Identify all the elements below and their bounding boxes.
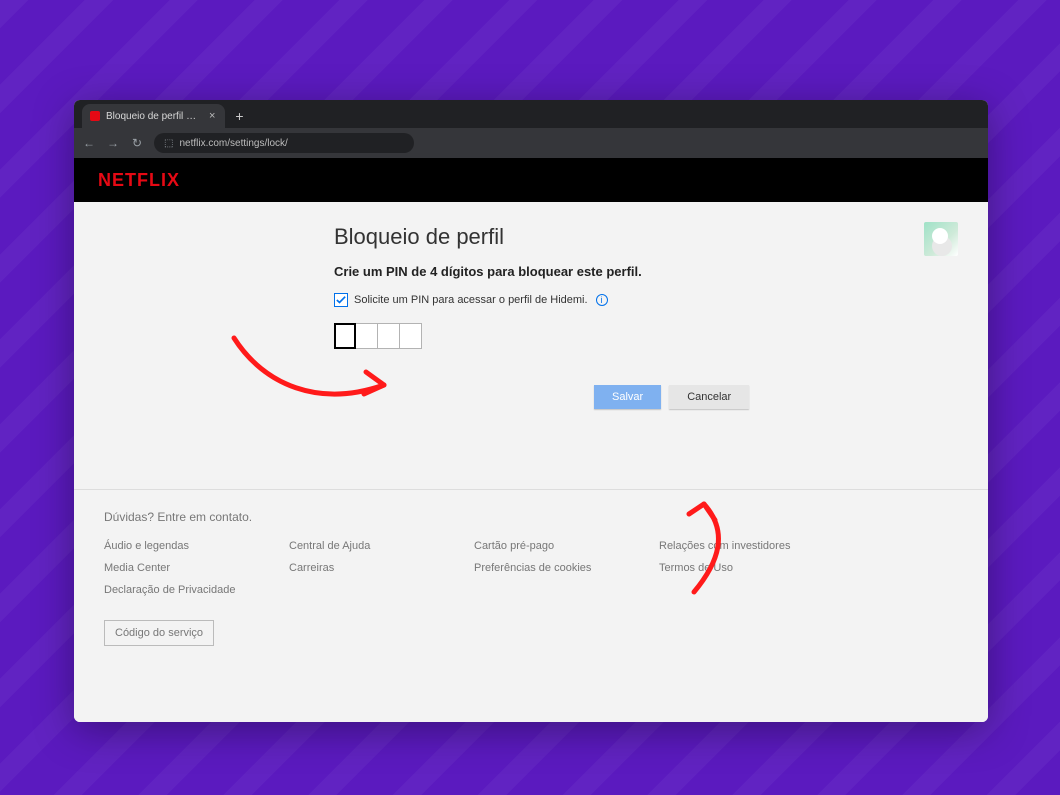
browser-window: Bloqueio de perfil – Conta – Ne × + ← → … (74, 100, 988, 722)
checkmark-icon (336, 295, 346, 305)
footer-link[interactable]: Central de Ajuda (289, 540, 454, 552)
save-button[interactable]: Salvar (594, 385, 661, 409)
footer-link[interactable]: Cartão pré-pago (474, 540, 639, 552)
reload-icon[interactable]: ↻ (130, 136, 144, 150)
footer-link[interactable]: Áudio e legendas (104, 540, 269, 552)
pin-digit-3[interactable] (378, 323, 400, 349)
require-pin-row: Solicite um PIN para acessar o perfil de… (334, 293, 894, 307)
require-pin-checkbox[interactable] (334, 293, 348, 307)
back-icon[interactable]: ← (82, 136, 96, 150)
site-info-icon[interactable]: ⬚ (164, 138, 173, 149)
netflix-logo[interactable]: NETFLIX (98, 170, 180, 191)
profile-avatar[interactable] (924, 222, 958, 256)
pin-input-group (334, 323, 894, 349)
pin-digit-4[interactable] (400, 323, 422, 349)
footer-link[interactable]: Termos de Uso (659, 562, 824, 574)
pin-digit-1[interactable] (334, 323, 356, 349)
footer-link[interactable]: Carreiras (289, 562, 454, 574)
main-column: Bloqueio de perfil Crie um PIN de 4 dígi… (334, 224, 894, 409)
browser-tab[interactable]: Bloqueio de perfil – Conta – Ne × (82, 104, 225, 128)
footer-contact-link[interactable]: Dúvidas? Entre em contato. (104, 510, 958, 524)
close-tab-icon[interactable]: × (207, 110, 217, 122)
browser-toolbar: ← → ↻ ⬚ netflix.com/settings/lock/ (74, 128, 988, 158)
service-code-button[interactable]: Código do serviço (104, 620, 214, 646)
netflix-header: NETFLIX (74, 158, 988, 202)
require-pin-label: Solicite um PIN para acessar o perfil de… (354, 294, 588, 306)
tab-title: Bloqueio de perfil – Conta – Ne (106, 111, 201, 122)
address-bar[interactable]: ⬚ netflix.com/settings/lock/ (154, 133, 414, 153)
page-body: Bloqueio de perfil Crie um PIN de 4 dígi… (74, 202, 988, 722)
cancel-button[interactable]: Cancelar (669, 385, 749, 409)
url-text: netflix.com/settings/lock/ (179, 138, 287, 149)
action-buttons: Salvar Cancelar (594, 385, 894, 409)
new-tab-button[interactable]: + (229, 106, 249, 126)
footer: Dúvidas? Entre em contato. Áudio e legen… (74, 489, 988, 676)
footer-link[interactable]: Preferências de cookies (474, 562, 639, 574)
footer-links: Áudio e legendas Central de Ajuda Cartão… (104, 540, 824, 596)
netflix-favicon-icon (90, 111, 100, 121)
footer-link[interactable]: Relações com investidores (659, 540, 824, 552)
forward-icon[interactable]: → (106, 136, 120, 150)
tab-strip: Bloqueio de perfil – Conta – Ne × + (74, 100, 988, 128)
page-title: Bloqueio de perfil (334, 224, 894, 250)
info-icon[interactable]: i (596, 294, 608, 306)
page-subtitle: Crie um PIN de 4 dígitos para bloquear e… (334, 264, 894, 279)
footer-link[interactable]: Declaração de Privacidade (104, 584, 269, 596)
footer-link[interactable]: Media Center (104, 562, 269, 574)
pin-digit-2[interactable] (356, 323, 378, 349)
content-wrap: Bloqueio de perfil Crie um PIN de 4 dígi… (74, 202, 988, 706)
